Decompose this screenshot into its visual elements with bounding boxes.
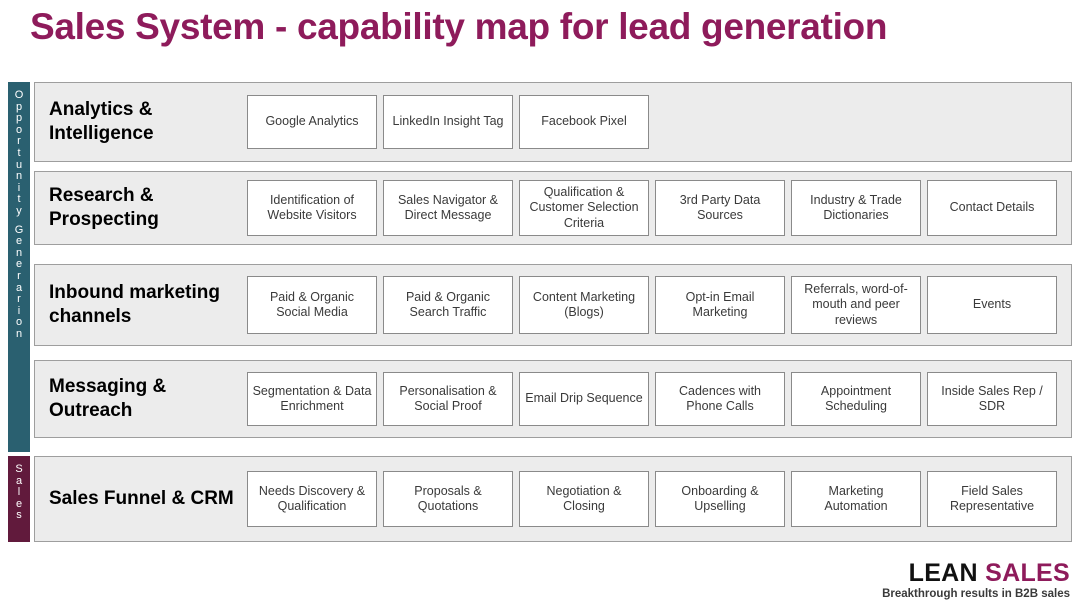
row-label-sales-funnel: Sales Funnel & CRM [49, 488, 234, 509]
row-boxes-research: Identification of Website Visitors Sales… [247, 180, 1071, 236]
capability-box[interactable]: Needs Discovery & Qualification [247, 471, 377, 527]
phase-band-opportunity: OpportunityGenerarion [8, 82, 30, 452]
capability-box[interactable]: Sales Navigator & Direct Message [383, 180, 513, 236]
page-title: Sales System - capability map for lead g… [30, 6, 888, 47]
logo-tagline: Breakthrough results in B2B sales [882, 588, 1070, 600]
capability-row-research: Research & Prospecting Identification of… [34, 171, 1072, 245]
phase-band-letter: e [15, 235, 23, 248]
capability-box[interactable]: Industry & Trade Dictionaries [791, 180, 921, 236]
capability-box[interactable]: Inside Sales Rep / SDR [927, 372, 1057, 426]
capability-box[interactable]: Field Sales Representative [927, 471, 1057, 527]
capability-box[interactable]: Google Analytics [247, 95, 377, 149]
capability-box[interactable]: Appointment Scheduling [791, 372, 921, 426]
capability-box[interactable]: Negotiation & Closing [519, 471, 649, 527]
phase-band-letter: n [15, 170, 23, 183]
row-label-research: Research & Prospecting [49, 185, 159, 230]
capability-box[interactable]: Paid & Organic Social Media [247, 276, 377, 334]
phase-band-sales: Sales [8, 456, 30, 542]
capability-box[interactable]: Qualification & Customer Selection Crite… [519, 180, 649, 236]
capability-box[interactable]: Email Drip Sequence [519, 372, 649, 426]
row-label-analytics: Analytics & Intelligence [49, 99, 154, 144]
capability-box[interactable]: Marketing Automation [791, 471, 921, 527]
capability-box[interactable]: Content Marketing (Blogs) [519, 276, 649, 334]
phase-band-letter: y [16, 204, 22, 217]
logo-wordmark: LEAN SALES [882, 559, 1070, 587]
logo-lean-text: LEAN [908, 559, 978, 587]
row-label-messaging: Messaging & Outreach [49, 376, 167, 421]
row-boxes-sales-funnel: Needs Discovery & Qualification Proposal… [247, 471, 1071, 527]
capability-box[interactable]: Contact Details [927, 180, 1057, 236]
capability-box[interactable]: Personalisation & Social Proof [383, 372, 513, 426]
capability-map: OpportunityGenerarion Sales Analytics & … [8, 82, 1072, 542]
phase-band-letter: S [15, 463, 23, 475]
capability-row-messaging: Messaging & Outreach Segmentation & Data… [34, 360, 1072, 438]
capability-box[interactable]: Facebook Pixel [519, 95, 649, 149]
capability-box[interactable]: LinkedIn Insight Tag [383, 95, 513, 149]
capability-box[interactable]: Segmentation & Data Enrichment [247, 372, 377, 426]
row-label-inbound: Inbound marketing channels [49, 282, 220, 327]
capability-box[interactable]: Referrals, word-of-mouth and peer review… [791, 276, 921, 334]
capability-row-sales-funnel: Sales Funnel & CRM Needs Discovery & Qua… [34, 456, 1072, 542]
capability-box[interactable]: Onboarding & Upselling [655, 471, 785, 527]
capability-box[interactable]: Identification of Website Visitors [247, 180, 377, 236]
capability-box[interactable]: Cadences with Phone Calls [655, 372, 785, 426]
phase-band-letter: r [17, 269, 21, 282]
capability-row-inbound: Inbound marketing channels Paid & Organi… [34, 264, 1072, 346]
phase-band-letter: O [14, 89, 24, 101]
row-boxes-inbound: Paid & Organic Social Media Paid & Organ… [247, 276, 1071, 334]
phase-band-letter: t [17, 146, 21, 159]
capability-box[interactable]: Proposals & Quotations [383, 471, 513, 527]
capability-box[interactable]: 3rd Party Data Sources [655, 180, 785, 236]
row-boxes-messaging: Segmentation & Data Enrichment Personali… [247, 372, 1071, 426]
capability-box[interactable]: Opt-in Email Marketing [655, 276, 785, 334]
capability-box[interactable]: Paid & Organic Search Traffic [383, 276, 513, 334]
row-boxes-analytics: Google Analytics LinkedIn Insight Tag Fa… [247, 95, 1071, 149]
capability-box[interactable]: Events [927, 276, 1057, 334]
phase-band-letter: r [17, 293, 21, 306]
capability-row-analytics: Analytics & Intelligence Google Analytic… [34, 82, 1072, 162]
logo-sales-text: SALES [985, 559, 1070, 587]
brand-logo: LEAN SALES Breakthrough results in B2B s… [882, 559, 1070, 602]
phase-band-letter: s [16, 509, 22, 522]
phase-band-letter: n [15, 327, 23, 340]
